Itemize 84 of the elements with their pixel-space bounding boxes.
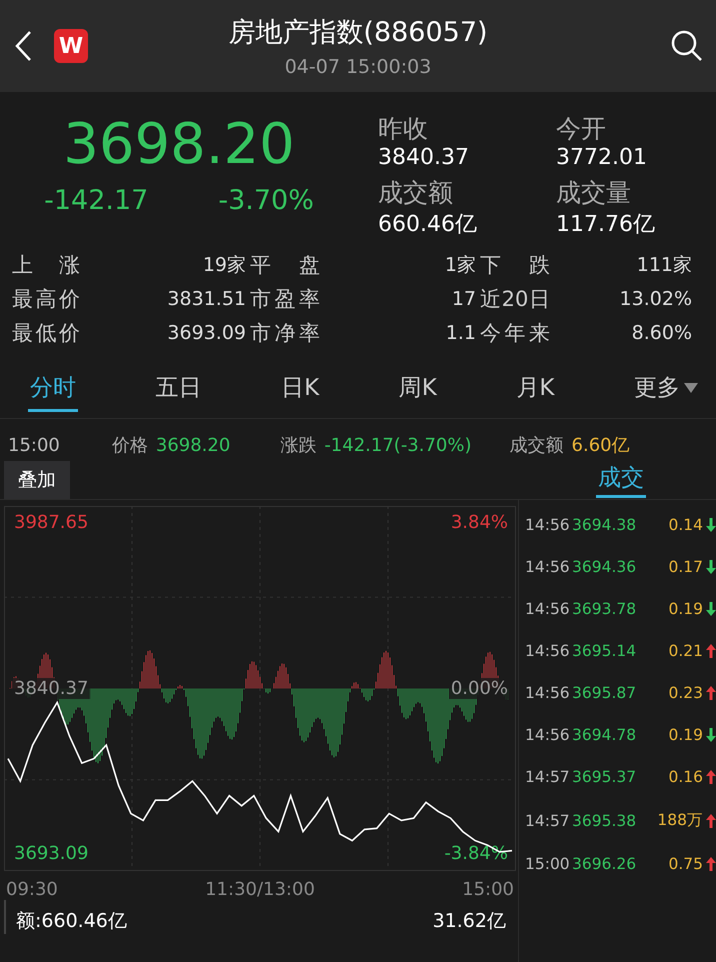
summary-value: 19家 — [202, 253, 247, 278]
change-label: 涨跌 — [280, 434, 316, 457]
trade-volume: 0.19 — [667, 600, 703, 618]
trade-volume: 0.17 — [667, 558, 703, 576]
stat-label: 今开 — [556, 113, 607, 145]
summary-value: 3831.51 — [166, 288, 247, 310]
trade-price: 3696.26 — [572, 855, 638, 873]
trade-time: 14:57 — [525, 768, 569, 786]
summary-label: 最低价 — [12, 320, 80, 347]
chart-tab[interactable]: 月K — [514, 366, 556, 412]
overlay-button[interactable]: 叠加 — [4, 461, 70, 499]
summary-value: 1家 — [444, 253, 477, 278]
summary-label: 今年来 — [480, 320, 550, 347]
back-icon[interactable] — [14, 30, 32, 62]
total-amount: 额:660.46亿 — [16, 909, 127, 934]
trade-price: 3693.78 — [572, 600, 638, 618]
summary-label: 下 跌 — [480, 252, 550, 279]
stat-label: 成交量 — [556, 177, 632, 209]
summary-value: 111家 — [636, 253, 693, 278]
summary-value: 3693.09 — [166, 322, 247, 344]
trade-volume: 0.21 — [667, 642, 703, 660]
stat-value: 660.46亿 — [378, 211, 478, 239]
quote-time: 04-07 15:00:03 — [284, 56, 432, 78]
trade-time: 14:56 — [525, 558, 569, 576]
current-price: 3698.20 — [63, 112, 295, 177]
price-change: -142.17 — [44, 185, 148, 216]
stat-label: 昨收 — [378, 113, 429, 145]
trade-price: 3694.36 — [572, 558, 638, 576]
trade-price: 3695.38 — [572, 812, 638, 830]
change-value: -142.17(-3.70%) — [324, 434, 472, 456]
summary-label: 上 涨 — [12, 252, 80, 279]
chart-tab[interactable]: 五日 — [154, 366, 204, 412]
chart-tab[interactable]: 分时 — [28, 366, 78, 412]
trade-volume: 0.75 — [667, 855, 703, 873]
index-title: 房地产指数(886057) — [228, 16, 488, 50]
trade-time: 14:56 — [525, 600, 569, 618]
summary-label: 平 盘 — [250, 252, 320, 279]
stat-value: 3772.01 — [556, 145, 648, 170]
time-axis-label: 11:30/13:00 — [205, 879, 315, 900]
stat-label: 成交额 — [378, 177, 454, 209]
stat-value: 3840.37 — [378, 145, 470, 170]
trade-time: 14:56 — [525, 726, 569, 744]
caret-icon — [684, 382, 698, 392]
search-icon[interactable] — [670, 29, 704, 63]
summary-value: 1.1 — [444, 322, 477, 344]
trade-volume: 0.16 — [667, 768, 703, 786]
trade-price: 3695.14 — [572, 642, 638, 660]
trade-volume: 0.14 — [667, 516, 703, 534]
amount-scale: 31.62亿 — [432, 909, 506, 934]
percent-change: -3.70% — [218, 185, 314, 216]
trade-price: 3694.38 — [572, 516, 638, 534]
trade-volume: 0.19 — [667, 726, 703, 744]
trade-time: 14:57 — [525, 812, 569, 830]
chart-tab[interactable]: 周K — [396, 366, 439, 412]
amount-value: 6.60亿 — [572, 434, 630, 457]
price-label: 价格 — [112, 434, 148, 457]
trade-volume: 0.23 — [667, 684, 703, 702]
chart-tab[interactable]: 更多 — [632, 366, 700, 412]
price-value: 3698.20 — [156, 434, 230, 456]
summary-value: 17 — [450, 288, 477, 310]
trade-price: 3695.37 — [572, 768, 638, 786]
summary-value: 13.02% — [618, 288, 693, 310]
trade-price: 3694.78 — [572, 726, 638, 744]
trade-time: 14:56 — [525, 684, 569, 702]
time-axis-label: 15:00 — [462, 879, 514, 900]
trade-time: 15:00 — [525, 855, 569, 873]
price-axis-label: 3840.37 — [12, 678, 90, 698]
summary-label: 近20日 — [480, 286, 550, 313]
app-logo[interactable]: W — [54, 29, 88, 63]
stat-value: 117.76亿 — [556, 211, 656, 239]
time-axis-label: 09:30 — [6, 879, 58, 900]
percent-axis-label: 0.00% — [448, 678, 510, 698]
trades-tab[interactable]: 成交 — [596, 462, 646, 498]
trade-volume: 188万 — [656, 810, 703, 831]
chart-tab[interactable]: 日K — [279, 366, 322, 412]
summary-label: 最高价 — [12, 286, 80, 313]
trade-time: 14:56 — [525, 516, 569, 534]
trade-time: 14:56 — [525, 642, 569, 660]
info-time: 15:00 — [8, 434, 60, 456]
trade-price: 3695.87 — [572, 684, 638, 702]
summary-label: 市盈率 — [250, 286, 320, 313]
summary-label: 市净率 — [250, 320, 320, 347]
summary-value: 8.60% — [630, 322, 693, 344]
amount-label: 成交额 — [510, 434, 564, 457]
